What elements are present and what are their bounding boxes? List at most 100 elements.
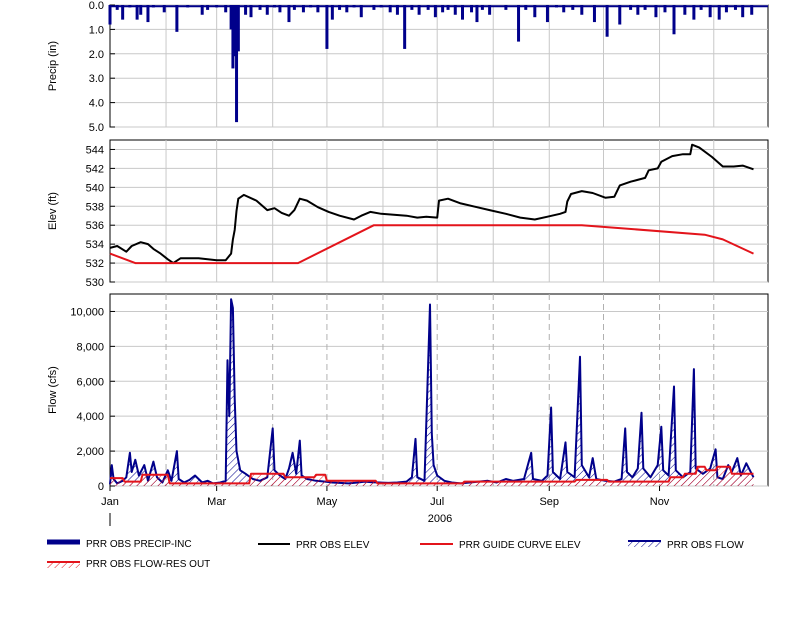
precip-bar: [325, 5, 329, 49]
precip-bar: [249, 5, 253, 18]
legend: PRR OBS PRECIP-INC PRR OBS ELEV PRR GUID…: [47, 539, 744, 570]
elev-ytick-label: 542: [86, 163, 104, 175]
precip-bar: [618, 5, 622, 25]
flow-ytick-label: 0: [98, 481, 104, 493]
precip-bar: [175, 5, 179, 32]
legend-label-precip: PRR OBS PRECIP-INC: [86, 539, 192, 550]
precip-bar: [215, 5, 219, 8]
flow-ytick-label: 4,000: [76, 411, 104, 423]
precip-bar: [488, 5, 492, 15]
x-axis-year-label: 2006: [428, 513, 452, 525]
precip-bar: [750, 5, 754, 15]
precip-bar: [410, 5, 414, 10]
precip-bar: [636, 5, 640, 15]
legend-label-flow: PRR OBS FLOW: [667, 540, 744, 551]
precip-bar: [309, 5, 313, 8]
precip-bar: [206, 5, 210, 10]
flow-axis-title: Flow (cfs): [47, 366, 59, 414]
precip-bar: [244, 5, 248, 15]
precip-bar: [555, 5, 558, 8]
elev-ytick-label: 536: [86, 220, 104, 232]
precip-ytick-label: 5.0: [89, 122, 104, 134]
precip-bar: [475, 5, 479, 23]
precip-bar: [545, 5, 549, 23]
precip-bar: [265, 5, 269, 15]
flow-ytick-label: 8,000: [76, 341, 104, 353]
legend-item-guide: PRR GUIDE CURVE ELEV: [420, 540, 581, 551]
precip-bar: [663, 5, 667, 13]
precip-bar: [278, 5, 282, 13]
legend-item-res-out: PRR OBS FLOW-RES OUT: [47, 559, 210, 570]
elev-axis-title: Elev (ft): [47, 192, 59, 230]
precip-bar: [433, 5, 437, 18]
precip-bar: [128, 5, 132, 8]
precip-bar: [741, 5, 745, 18]
precip-bar: [480, 5, 484, 10]
flow-ytick-label: 10,000: [70, 306, 104, 318]
precip-bar: [121, 5, 125, 20]
precip-bar: [699, 5, 703, 10]
precip-bar: [345, 5, 349, 13]
precip-bar: [562, 5, 566, 13]
x-tick-label: May: [317, 496, 338, 508]
precip-ytick-label: 2.0: [89, 49, 104, 61]
precip-bar: [533, 5, 537, 18]
precip-bar: [461, 5, 464, 20]
precip-bar: [643, 5, 647, 10]
precip-bar: [115, 5, 119, 10]
x-tick-label: Jul: [430, 496, 444, 508]
flow-ytick-label: 2,000: [76, 446, 104, 458]
precip-bar: [352, 5, 356, 8]
elev-ytick-label: 540: [86, 182, 104, 194]
precip-bar: [654, 5, 658, 18]
precip-bar: [470, 5, 474, 13]
precip-bar: [292, 5, 296, 10]
x-tick-labels: Jan Mar May Jul Sep Nov: [101, 486, 670, 508]
precip-bar: [395, 5, 399, 15]
elev-plot-area: [109, 139, 769, 283]
precip-bar: [379, 5, 383, 8]
precip-bar: [151, 5, 155, 8]
precip-bar: [672, 5, 676, 35]
precip-bar: [446, 5, 450, 10]
x-tick-label: Mar: [207, 496, 226, 508]
legend-item-elev: PRR OBS ELEV: [258, 540, 370, 551]
precip-bar: [273, 5, 276, 8]
precip-bar: [504, 5, 508, 10]
legend-item-flow: PRR OBS FLOW: [628, 540, 744, 551]
precip-bar: [580, 5, 584, 15]
precip-bar: [287, 5, 291, 23]
precip-ytick-label: 0.0: [89, 0, 104, 12]
precip-bar: [316, 5, 320, 13]
elev-ytick-label: 532: [86, 258, 104, 270]
precip-bar: [200, 5, 204, 15]
precip-bar: [571, 5, 575, 10]
elev-ytick-label: 530: [86, 277, 104, 289]
flow-ytick-label: 6,000: [76, 376, 104, 388]
x-tick-label: Sep: [539, 496, 559, 508]
precip-bar: [453, 5, 457, 15]
x-tick-label: Jan: [101, 496, 119, 508]
precip-bar: [388, 5, 392, 13]
precip-bar: [162, 5, 166, 13]
precip-ytick-label: 3.0: [89, 73, 104, 85]
precip-bar: [359, 5, 363, 18]
precip-bar: [629, 5, 633, 10]
legend-label-res-out: PRR OBS FLOW-RES OUT: [86, 559, 210, 570]
precip-bar: [372, 5, 376, 10]
precip-bar: [135, 5, 139, 20]
precip-bar: [724, 5, 728, 13]
precip-bar: [330, 5, 334, 20]
precip-bar: [524, 5, 528, 10]
precip-bar: [146, 5, 150, 23]
elev-ytick-label: 538: [86, 201, 104, 213]
elev-ytick-label: 534: [86, 239, 104, 251]
precip-bar: [301, 5, 305, 13]
precip-bar: [338, 5, 342, 10]
precip-bar: [258, 5, 262, 10]
precip-bar: [186, 5, 190, 8]
precip-bar: [108, 5, 112, 25]
legend-label-elev: PRR OBS ELEV: [296, 540, 370, 551]
precip-bar: [517, 5, 521, 42]
precip-bar: [139, 5, 143, 15]
